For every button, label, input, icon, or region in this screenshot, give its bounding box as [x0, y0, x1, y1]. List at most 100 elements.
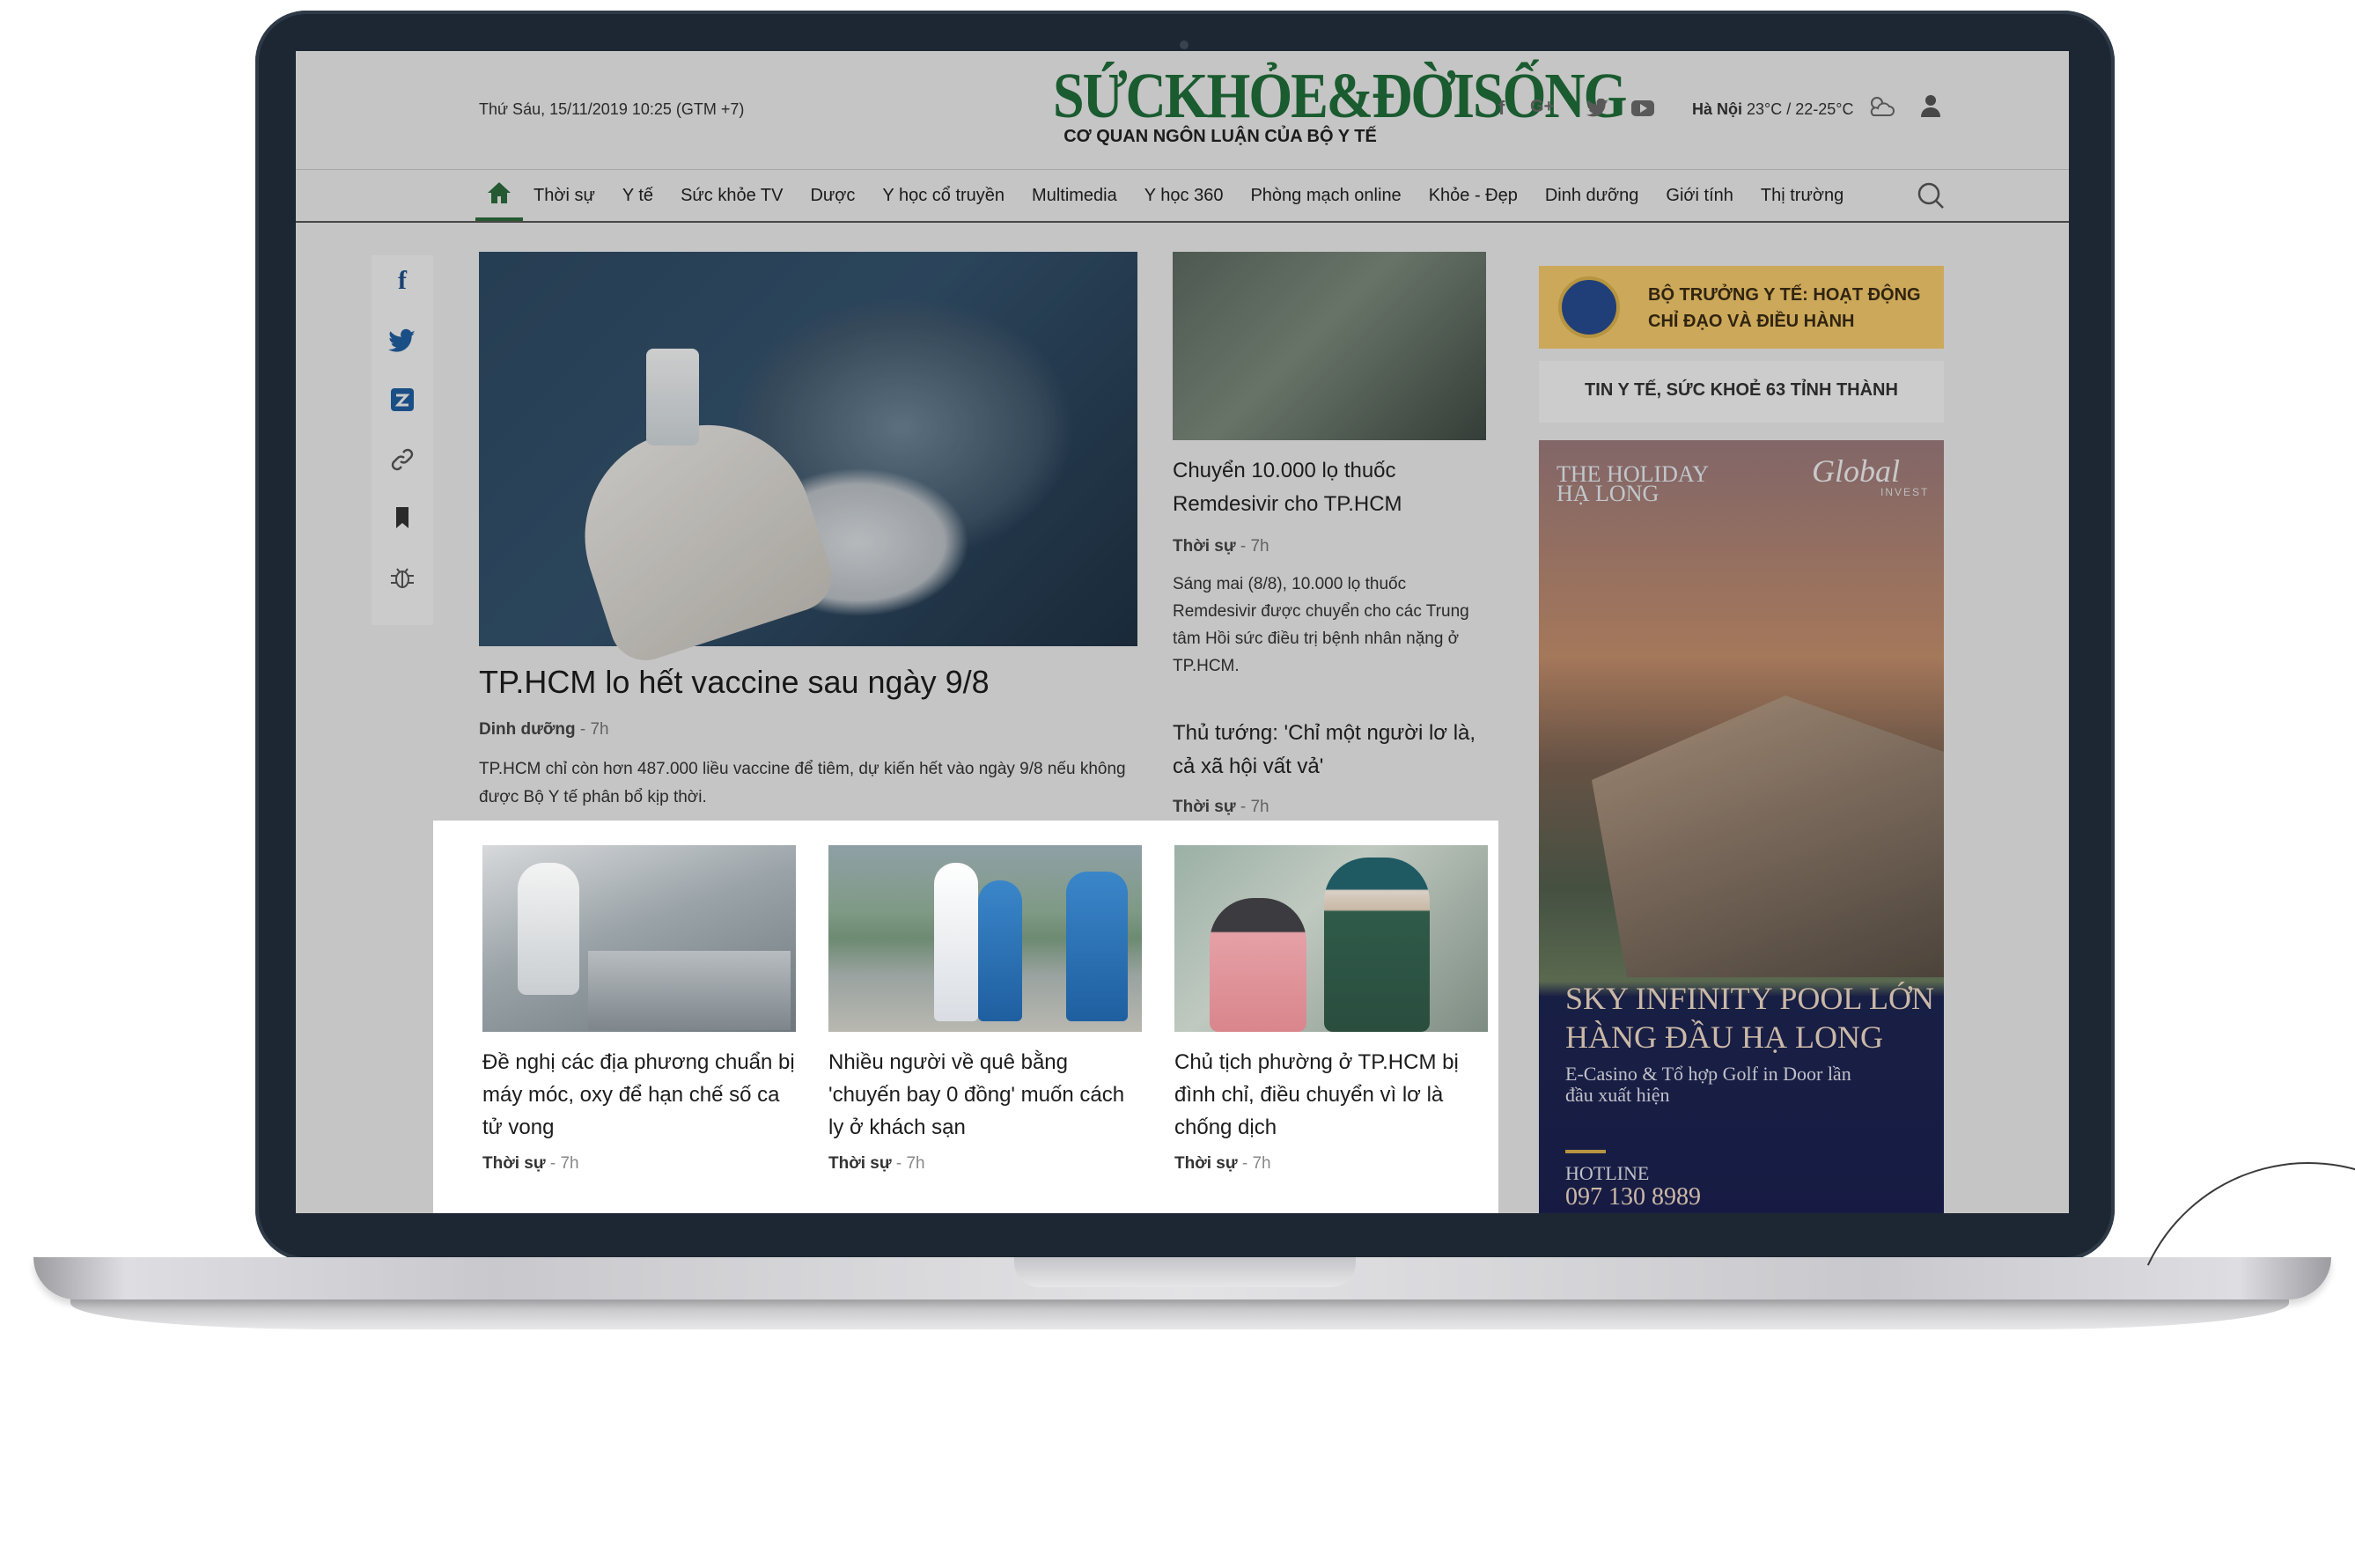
- news-card-image[interactable]: [1174, 845, 1488, 1032]
- medical-worker-shape: [1066, 872, 1128, 1021]
- news-card-image[interactable]: [482, 845, 796, 1032]
- hero-article-summary: TP.HCM chỉ còn hơn 487.000 liều vaccine …: [479, 760, 1126, 806]
- hero-article-category[interactable]: Dinh dưỡng: [479, 720, 576, 739]
- motorbike-rider-shape: [1210, 898, 1306, 1032]
- news-card-meta: Thời sự - 7h: [828, 1154, 1142, 1174]
- laptop-opening-notch: [1014, 1257, 1356, 1287]
- medical-worker-shape: [518, 863, 579, 995]
- news-card[interactable]: Chủ tịch phường ở TP.HCM bị đình chỉ, đi…: [1174, 845, 1488, 1174]
- highlighted-news-strip: Đề nghị các địa phương chuẩn bị máy móc,…: [433, 821, 1498, 1213]
- hero-article-title[interactable]: TP.HCM lo hết vaccine sau ngày 9/8: [479, 664, 990, 701]
- user-icon[interactable]: [1919, 93, 1942, 118]
- laptop-base-underside: [70, 1298, 2289, 1329]
- nav-item-thi-truong[interactable]: Thị trường: [1761, 186, 1844, 206]
- remdesivir-article-summary: Sáng mai (8/8), 10.000 lọ thuốc Remdesiv…: [1173, 575, 1469, 675]
- cloud-sun-icon: [1870, 97, 1895, 116]
- provincial-news-label: TIN Y TẾ, SỨC KHOẺ 63 TỈNH THÀNH: [1585, 380, 1898, 400]
- twitter-share-icon[interactable]: [388, 328, 416, 356]
- nav-item-thoi-su[interactable]: Thời sự: [534, 186, 595, 206]
- nav-item-y-hoc-360[interactable]: Y học 360: [1144, 186, 1224, 206]
- remdesivir-article-title[interactable]: Chuyển 10.000 lọ thuốc Remdesivir cho TP…: [1173, 454, 1481, 521]
- ad-hotline-label: HOTLINE: [1565, 1162, 1650, 1184]
- resort-advertisement[interactable]: THE HOLIDAY HẠ LONG Global INVEST SKY IN…: [1539, 440, 1944, 1213]
- nav-item-multimedia[interactable]: Multimedia: [1032, 186, 1117, 206]
- facebook-icon[interactable]: f: [1498, 97, 1505, 120]
- news-card-title[interactable]: Chủ tịch phường ở TP.HCM bị đình chỉ, đi…: [1174, 1046, 1488, 1144]
- remdesivir-article-time: - 7h: [1235, 537, 1269, 556]
- ad-brand-name: THE HOLIDAY HẠ LONG: [1557, 461, 1709, 506]
- ad-hotline-number: 097 130 8989: [1565, 1183, 1701, 1211]
- minister-activities-label: BỘ TRƯỞNG Y TẾ: HOẠT ĐỘNG CHỈ ĐẠO VÀ ĐIỀ…: [1648, 285, 1921, 331]
- twitter-icon[interactable]: [1586, 99, 1609, 118]
- nav-item-y-hoc-co-truyen[interactable]: Y học cổ truyền: [882, 186, 1005, 206]
- nav-home[interactable]: [475, 170, 523, 221]
- main-nav: Thời sự Y tế Sức khỏe TV Dược Y học cổ t…: [296, 169, 2069, 223]
- remdesivir-article-image[interactable]: [1173, 252, 1486, 440]
- share-rail: f: [372, 255, 433, 625]
- news-card-category[interactable]: Thời sự: [482, 1154, 546, 1173]
- prime-minister-article-category[interactable]: Thời sự: [1173, 798, 1236, 816]
- news-card-category[interactable]: Thời sự: [828, 1154, 892, 1173]
- search-icon[interactable]: [1916, 180, 1946, 210]
- site-logo[interactable]: SỨCKHỎE&ĐỜISỐNG CƠ QUAN NGÔN LUẬN CỦA BỘ…: [1053, 62, 1627, 147]
- nav-item-khoe-dep[interactable]: Khỏe - Đẹp: [1429, 186, 1518, 206]
- nav-item-suc-khoe-tv[interactable]: Sức khỏe TV: [681, 186, 783, 206]
- prime-minister-article-title[interactable]: Thủ tướng: 'Chỉ một người lơ là, cả xã h…: [1173, 717, 1481, 784]
- ad-subline: E-Casino & Tổ hợp Golf in Door lần đầu x…: [1565, 1063, 1851, 1106]
- prime-minister-article-time: - 7h: [1235, 798, 1269, 816]
- minister-activities-banner[interactable]: BỘ TRƯỞNG Y TẾ: HOẠT ĐỘNG CHỈ ĐẠO VÀ ĐIỀ…: [1539, 266, 1944, 349]
- vaccine-vial-shape: [646, 349, 699, 445]
- ministry-seal-icon: [1558, 276, 1620, 338]
- home-icon: [488, 182, 511, 203]
- news-card-category[interactable]: Thời sự: [1174, 1154, 1238, 1173]
- medical-worker-shape: [934, 863, 978, 1021]
- medical-worker-shape: [978, 880, 1022, 1021]
- hero-article-image[interactable]: [479, 252, 1137, 670]
- news-card[interactable]: Đề nghị các địa phương chuẩn bị máy móc,…: [482, 845, 796, 1174]
- ad-headline: SKY INFINITY POOL LỚN HÀNG ĐẦU HẠ LONG: [1565, 981, 1934, 1055]
- news-card[interactable]: Nhiều người về quê bằng 'chuyến bay 0 đồ…: [828, 845, 1142, 1174]
- remdesivir-article-category[interactable]: Thời sự: [1173, 537, 1236, 556]
- remdesivir-article-meta: Thời sự - 7h: [1173, 537, 1269, 556]
- glove-shape: [557, 397, 841, 670]
- news-card-image[interactable]: [828, 845, 1142, 1032]
- prime-minister-article-meta: Thời sự - 7h: [1173, 798, 1269, 817]
- news-card-title[interactable]: Đề nghị các địa phương chuẩn bị máy móc,…: [482, 1046, 796, 1144]
- news-card-time: - 7h: [545, 1154, 579, 1173]
- logo-title: SỨCKHỎE&ĐỜISỐNG: [1053, 59, 1627, 132]
- nav-item-dinh-duong[interactable]: Dinh dưỡng: [1545, 186, 1639, 206]
- facebook-share-icon[interactable]: f: [388, 266, 416, 295]
- bug-report-icon[interactable]: [388, 563, 416, 592]
- youtube-icon[interactable]: [1630, 99, 1655, 118]
- ad-logo: Global: [1812, 453, 1901, 489]
- google-plus-icon[interactable]: G+: [1530, 97, 1554, 117]
- news-card-meta: Thời sự - 7h: [1174, 1154, 1488, 1174]
- nav-item-gioi-tinh[interactable]: Giới tính: [1666, 186, 1733, 206]
- officer-shape: [1324, 858, 1430, 1032]
- link-icon[interactable]: [388, 445, 416, 474]
- nav-item-duoc[interactable]: Dược: [810, 186, 855, 206]
- weather-temp: 23°C / 22-25°C: [1747, 100, 1854, 118]
- bookmark-icon[interactable]: [388, 504, 416, 532]
- zalo-share-icon[interactable]: [388, 386, 416, 414]
- hero-article-time: - 7h: [575, 720, 609, 739]
- nav-item-phong-mach-online[interactable]: Phòng mạch online: [1250, 186, 1401, 206]
- site-header: Thứ Sáu, 15/11/2019 10:25 (GTM +7) SỨCKH…: [296, 51, 2069, 169]
- news-card-title[interactable]: Nhiều người về quê bằng 'chuyến bay 0 đồ…: [828, 1046, 1142, 1144]
- camera-dot: [1180, 40, 1189, 49]
- cable-line: [2080, 1112, 2355, 1568]
- weather-widget: Hà Nội 23°C / 22-25°C: [1692, 100, 1854, 119]
- hospital-bed-shape: [588, 951, 791, 1030]
- nav-item-y-te[interactable]: Y tế: [622, 186, 653, 206]
- hero-article-meta: Dinh dưỡng - 7h: [479, 720, 609, 740]
- weather-city: Hà Nội: [1692, 100, 1743, 118]
- news-card-time: - 7h: [891, 1154, 925, 1173]
- ad-logo-sub: INVEST: [1880, 486, 1930, 498]
- ad-divider: [1565, 1150, 1606, 1153]
- news-card-time: - 7h: [1237, 1154, 1271, 1173]
- provincial-news-banner[interactable]: TIN Y TẾ, SỨC KHOẺ 63 TỈNH THÀNH: [1539, 361, 1944, 423]
- header-date: Thứ Sáu, 15/11/2019 10:25 (GTM +7): [479, 100, 745, 118]
- resort-building-shape: [1592, 696, 1944, 977]
- news-card-meta: Thời sự - 7h: [482, 1154, 796, 1174]
- nav-menu: Thời sự Y tế Sức khỏe TV Dược Y học cổ t…: [534, 186, 1871, 206]
